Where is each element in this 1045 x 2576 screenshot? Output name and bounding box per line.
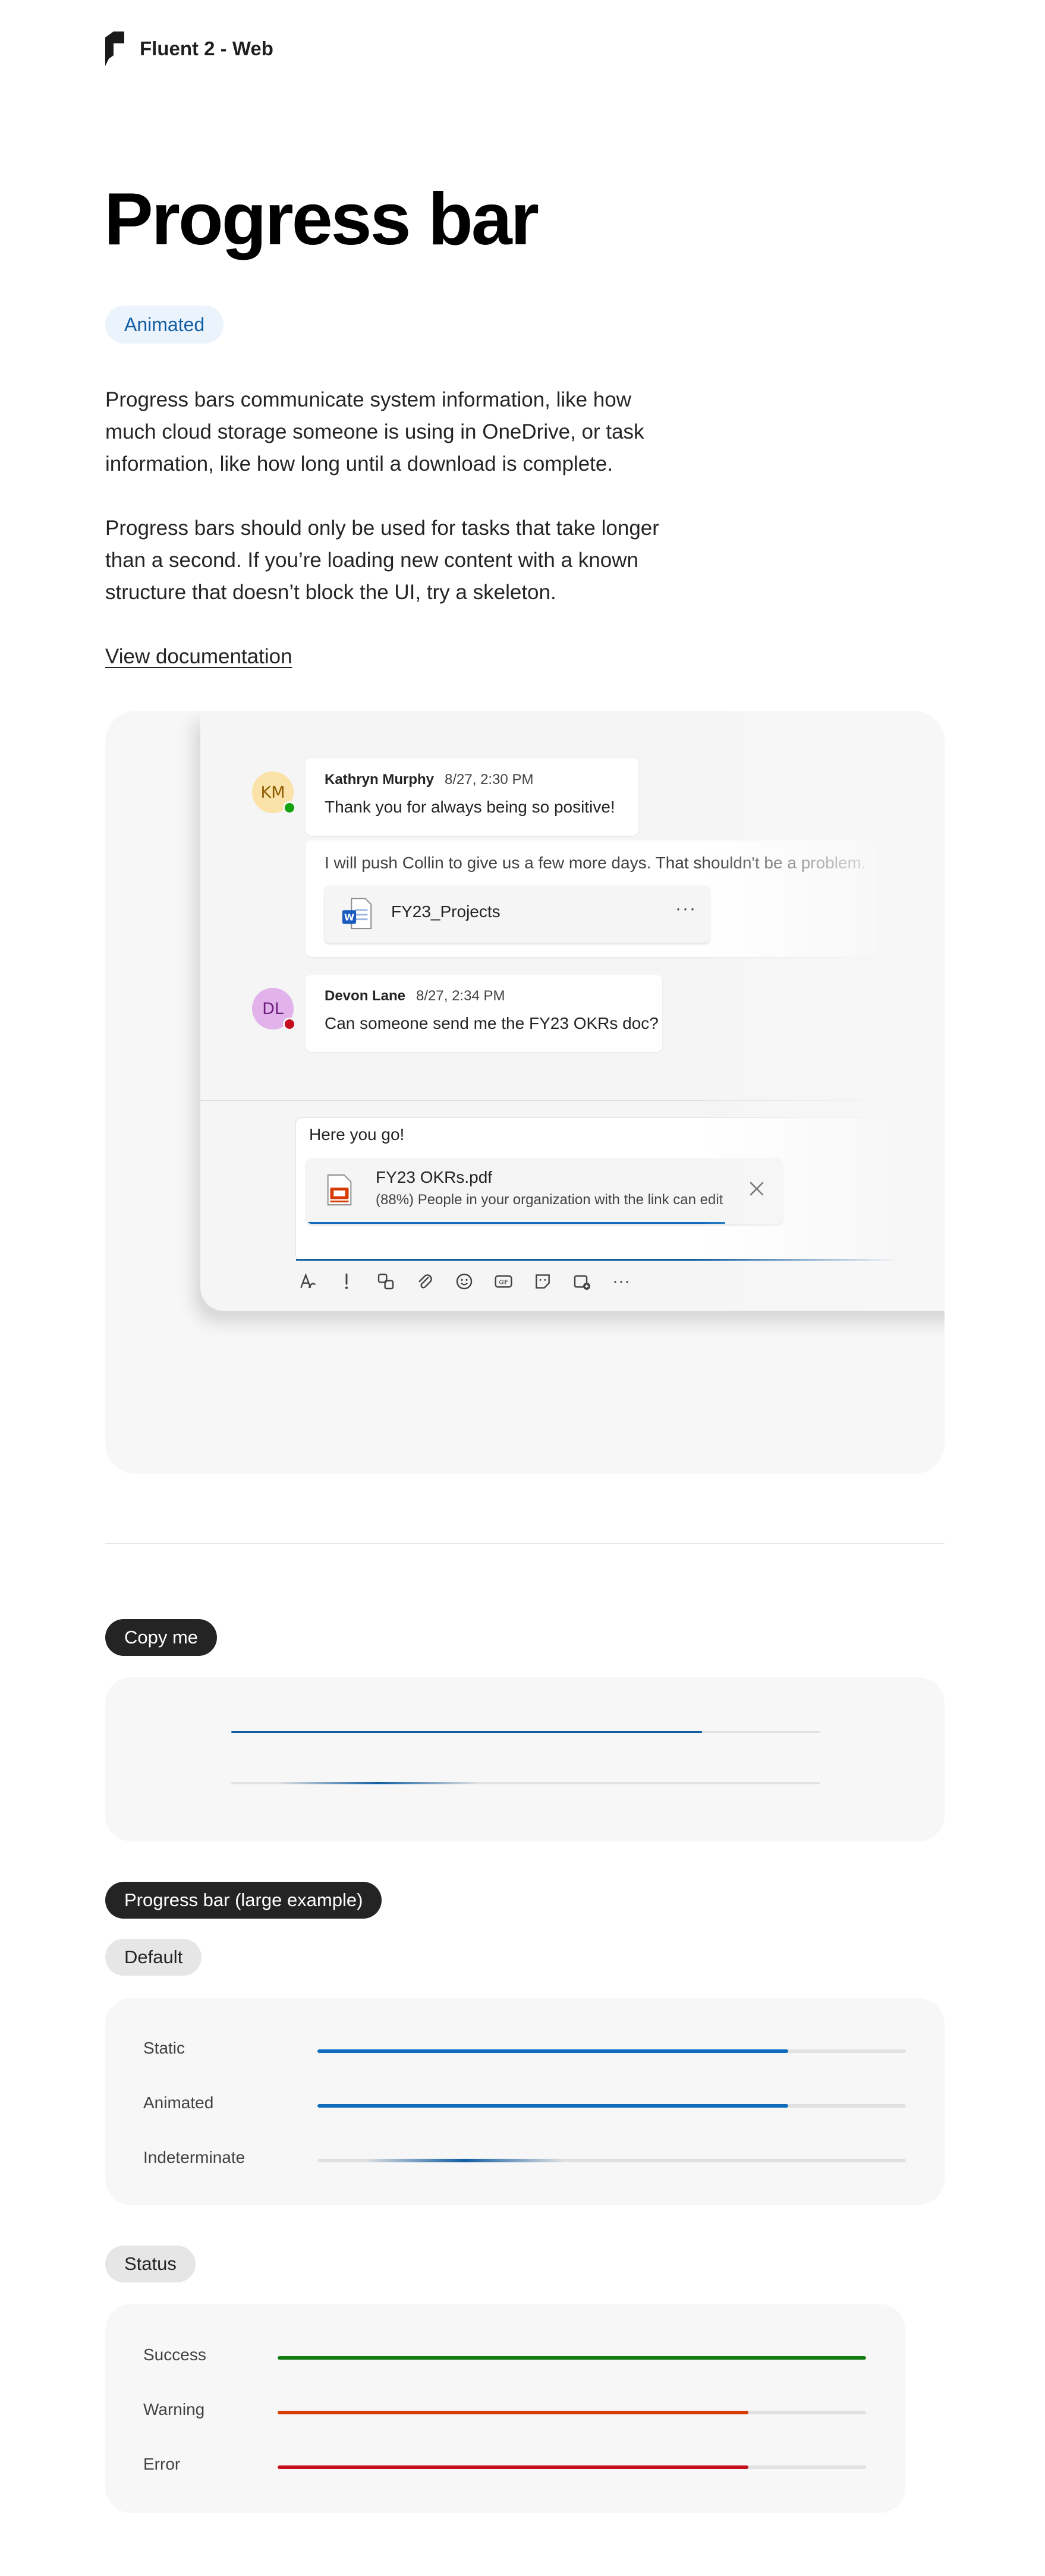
word-file-icon: W bbox=[342, 897, 372, 930]
progress-bar-error bbox=[278, 2465, 866, 2469]
copy-me-button[interactable]: Copy me bbox=[105, 1619, 218, 1656]
intro-paragraph-1: Progress bars communicate system informa… bbox=[105, 388, 644, 475]
progress-row-label: Warning bbox=[143, 2400, 205, 2418]
progress-row-label: Static bbox=[143, 2039, 185, 2057]
message-composer[interactable]: Here you go! FY23 OKRs.pdf (88%) People … bbox=[295, 1117, 945, 1261]
progress-row-label: Indeterminate bbox=[143, 2148, 245, 2166]
progress-bar-static bbox=[317, 2049, 906, 2053]
file-name: FY23_Projects bbox=[391, 902, 501, 921]
upload-progress-bar bbox=[307, 1222, 725, 1224]
default-card: Static Animated Indeterminate bbox=[105, 1998, 945, 2205]
progress-fill bbox=[278, 2356, 866, 2360]
important-icon[interactable] bbox=[335, 1270, 358, 1293]
message-bubble-dl[interactable]: Devon Lane 8/27, 2:34 PM Can someone send… bbox=[306, 975, 662, 1052]
composer-divider bbox=[200, 1100, 945, 1101]
pdf-file-icon bbox=[327, 1174, 352, 1206]
progress-bar-warning bbox=[278, 2411, 866, 2414]
chat-window: KM Kathryn Murphy 8/27, 2:30 PM Thank you… bbox=[200, 711, 945, 1311]
more-options-icon[interactable]: ··· bbox=[675, 899, 697, 919]
sender-name: Kathryn Murphy bbox=[325, 771, 435, 788]
message-text: Thank you for always being so positive! bbox=[325, 798, 615, 816]
loop-icon[interactable] bbox=[374, 1270, 398, 1293]
demo-panel: KM Kathryn Murphy 8/27, 2:30 PM Thank you… bbox=[105, 711, 945, 1474]
file-card-fy23-projects[interactable]: W FY23_Projects ··· bbox=[325, 886, 710, 943]
progress-bar-animated bbox=[317, 2104, 906, 2108]
composer-focus-line bbox=[296, 1259, 945, 1261]
site-header: Fluent 2 - Web bbox=[105, 31, 273, 67]
upload-file-status: (88%) People in your organization with t… bbox=[376, 1192, 723, 1208]
progress-bar-success bbox=[278, 2356, 866, 2360]
svg-text:GIF: GIF bbox=[499, 1280, 508, 1286]
message-text: I will push Collin to give us a few more… bbox=[325, 854, 866, 872]
presence-busy-icon bbox=[283, 1018, 296, 1031]
progress-fill bbox=[317, 2104, 788, 2108]
progress-fill bbox=[231, 1731, 702, 1733]
progress-bar-indeterminate bbox=[317, 2159, 906, 2162]
status-label[interactable]: Status bbox=[105, 2246, 196, 2282]
avatar-dl[interactable]: DL bbox=[252, 988, 296, 1031]
sender-name: Devon Lane bbox=[325, 988, 406, 1004]
view-documentation-link[interactable]: View documentation bbox=[105, 641, 292, 673]
svg-text:W: W bbox=[344, 912, 354, 923]
avatar-km[interactable]: KM bbox=[252, 771, 296, 814]
progress-fill bbox=[317, 2049, 788, 2053]
gif-icon[interactable]: GIF bbox=[492, 1270, 515, 1293]
default-label[interactable]: Default bbox=[105, 1939, 202, 1976]
composer-toolbar: GIF ··· bbox=[295, 1270, 633, 1293]
upload-attachment-card[interactable]: FY23 OKRs.pdf (88%) People in your organ… bbox=[307, 1158, 782, 1224]
progress-fill bbox=[278, 2411, 748, 2414]
progress-indeterminate-fill bbox=[278, 1782, 479, 1784]
brand-name[interactable]: Fluent 2 - Web bbox=[140, 37, 273, 60]
message-text: Can someone send me the FY23 OKRs doc? bbox=[325, 1014, 659, 1032]
close-icon[interactable] bbox=[748, 1180, 766, 1198]
attach-icon[interactable] bbox=[413, 1270, 437, 1293]
progress-indeterminate-fill bbox=[364, 2159, 565, 2162]
message-time: 8/27, 2:34 PM bbox=[416, 988, 505, 1004]
message-bubble-reply[interactable]: I will push Collin to give us a few more… bbox=[306, 840, 876, 957]
fluent-logo-icon bbox=[105, 32, 124, 66]
copy-me-card bbox=[105, 1677, 945, 1841]
progress-fill bbox=[278, 2465, 748, 2469]
composer-text[interactable]: Here you go! bbox=[309, 1125, 404, 1144]
progress-bar-determinate bbox=[231, 1731, 820, 1733]
progress-bar-indeterminate bbox=[231, 1782, 820, 1784]
message-meta: Devon Lane 8/27, 2:34 PM bbox=[325, 988, 505, 1004]
progress-row-label: Error bbox=[143, 2455, 181, 2473]
emoji-icon[interactable] bbox=[452, 1270, 476, 1293]
progress-row-label: Success bbox=[143, 2345, 206, 2364]
upload-file-name: FY23 OKRs.pdf bbox=[376, 1168, 493, 1186]
intro-paragraph-2: Progress bars should only be used for ta… bbox=[105, 517, 659, 604]
presence-available-icon bbox=[283, 801, 296, 814]
message-time: 8/27, 2:30 PM bbox=[445, 771, 534, 788]
message-bubble-km[interactable]: Kathryn Murphy 8/27, 2:30 PM Thank you fo… bbox=[306, 758, 638, 836]
section-divider bbox=[105, 1543, 945, 1544]
progress-row-label: Animated bbox=[143, 2093, 214, 2112]
status-card: Success Warning Error bbox=[105, 2304, 905, 2513]
page-title: Progress bar bbox=[104, 178, 539, 260]
sticker-icon[interactable] bbox=[531, 1270, 555, 1293]
message-meta: Kathryn Murphy 8/27, 2:30 PM bbox=[325, 771, 533, 788]
format-icon[interactable] bbox=[295, 1270, 319, 1293]
schedule-icon[interactable] bbox=[570, 1270, 594, 1293]
large-example-heading[interactable]: Progress bar (large example) bbox=[105, 1882, 382, 1919]
animated-badge: Animated bbox=[105, 306, 224, 344]
more-icon[interactable]: ··· bbox=[609, 1270, 633, 1293]
